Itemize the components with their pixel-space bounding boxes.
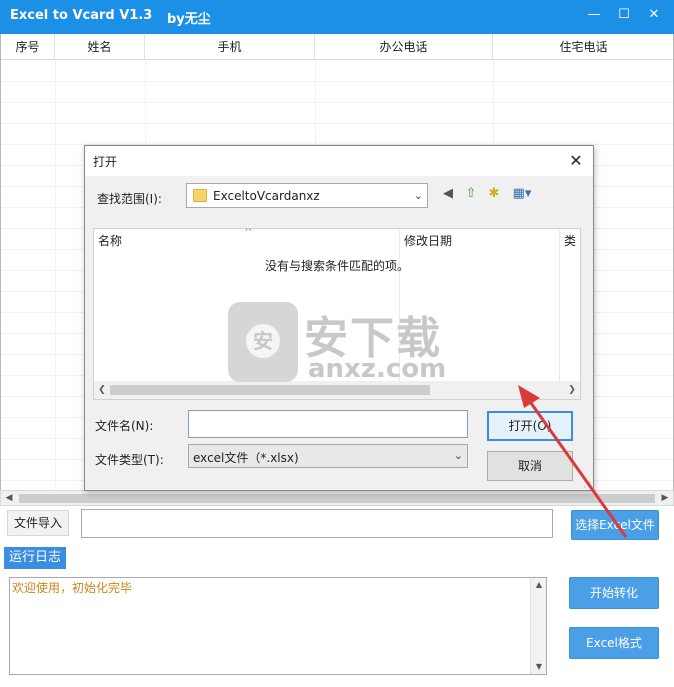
back-icon[interactable]: ◀ xyxy=(440,186,456,202)
filetype-value: excel文件（*.xlsx) xyxy=(193,451,299,465)
cancel-button[interactable]: 取消 xyxy=(487,451,573,481)
filename-label: 文件名(N): xyxy=(95,419,154,433)
up-folder-icon[interactable]: ⇧ xyxy=(463,186,479,202)
log-tab[interactable]: 运行日志 xyxy=(4,547,66,569)
list-column-line xyxy=(559,229,560,381)
filename-input[interactable] xyxy=(188,410,468,438)
grid-row-line xyxy=(1,81,673,82)
file-import-label: 文件导入 xyxy=(7,510,69,536)
list-header-modified[interactable]: 修改日期 xyxy=(400,229,560,251)
scroll-down-icon[interactable]: ▼ xyxy=(531,660,547,674)
scroll-right-icon[interactable]: ▶ xyxy=(657,491,673,505)
look-in-combo[interactable]: ExceltoVcardanxz ⌄ xyxy=(186,183,428,208)
start-convert-button[interactable]: 开始转化 xyxy=(569,577,659,609)
app-author: by无尘 xyxy=(167,12,211,27)
open-button[interactable]: 打开(O) xyxy=(487,411,573,441)
minimize-icon[interactable]: — xyxy=(582,4,606,26)
look-in-value: ExceltoVcardanxz xyxy=(213,189,320,203)
file-list[interactable]: 名称 ^ 修改日期 类 没有与搜索条件匹配的项。 ❮ ❯ xyxy=(93,228,581,400)
dialog-close-icon[interactable]: ✕ xyxy=(565,150,587,172)
grid-row-line xyxy=(1,102,673,103)
close-icon[interactable]: ✕ xyxy=(642,4,666,26)
chevron-down-icon: ⌄ xyxy=(453,449,463,462)
filetype-select[interactable]: excel文件（*.xlsx) ⌄ xyxy=(188,444,468,468)
select-excel-button[interactable]: 选择Excel文件 xyxy=(571,510,659,540)
file-path-input[interactable] xyxy=(81,509,553,538)
column-header-index[interactable]: 序号 xyxy=(1,34,55,60)
dialog-title: 打开 xyxy=(93,155,118,169)
column-header-home-phone[interactable]: 住宅电话 xyxy=(493,34,673,60)
grid-header: 序号 姓名 手机 办公电话 住宅电话 xyxy=(1,34,673,60)
log-text: 欢迎使用，初始化完毕 xyxy=(12,581,133,595)
dialog-title-bar: 打开 ✕ xyxy=(85,146,593,176)
folder-icon xyxy=(193,189,207,202)
grid-row-line xyxy=(1,123,673,124)
filetype-label: 文件类型(T): xyxy=(95,453,164,467)
title-bar: Excel to Vcard V1.3 by无尘 — ☐ ✕ xyxy=(0,0,674,34)
app-title: Excel to Vcard V1.3 xyxy=(10,8,153,23)
resize-grip-icon[interactable]: ⋰ xyxy=(583,480,591,489)
scrollbar-thumb[interactable] xyxy=(19,494,655,503)
list-column-line xyxy=(399,229,400,381)
view-menu-icon[interactable]: ▦▾ xyxy=(509,186,535,202)
column-header-office-phone[interactable]: 办公电话 xyxy=(315,34,493,60)
maximize-icon[interactable]: ☐ xyxy=(612,4,636,26)
empty-list-message: 没有与搜索条件匹配的项。 xyxy=(264,259,409,273)
scroll-left-icon[interactable]: ❮ xyxy=(94,383,110,397)
scroll-left-icon[interactable]: ◀ xyxy=(1,491,17,505)
log-vertical-scrollbar[interactable]: ▲ ▼ xyxy=(530,578,546,674)
sort-up-icon: ^ xyxy=(244,228,253,238)
look-in-label: 查找范围(I): xyxy=(97,192,162,206)
grid-column-line xyxy=(55,60,56,490)
excel-format-button[interactable]: Excel格式 xyxy=(569,627,659,659)
log-textarea[interactable]: 欢迎使用，初始化完毕 ▲ ▼ xyxy=(9,577,547,675)
scroll-up-icon[interactable]: ▲ xyxy=(531,578,547,592)
chevron-down-icon: ⌄ xyxy=(413,189,423,202)
grid-horizontal-scrollbar[interactable]: ◀ ▶ xyxy=(0,490,674,506)
list-header-type[interactable]: 类 xyxy=(560,229,580,251)
list-horizontal-scrollbar[interactable]: ❮ ❯ xyxy=(94,381,580,399)
column-header-name[interactable]: 姓名 xyxy=(55,34,145,60)
new-folder-icon[interactable]: ✱ xyxy=(486,186,502,202)
scrollbar-thumb[interactable] xyxy=(110,385,430,395)
column-header-mobile[interactable]: 手机 xyxy=(145,34,315,60)
scroll-right-icon[interactable]: ❯ xyxy=(564,383,580,397)
open-file-dialog: 打开 ✕ 查找范围(I): ExceltoVcardanxz ⌄ ◀ ⇧ ✱ ▦… xyxy=(84,145,594,491)
